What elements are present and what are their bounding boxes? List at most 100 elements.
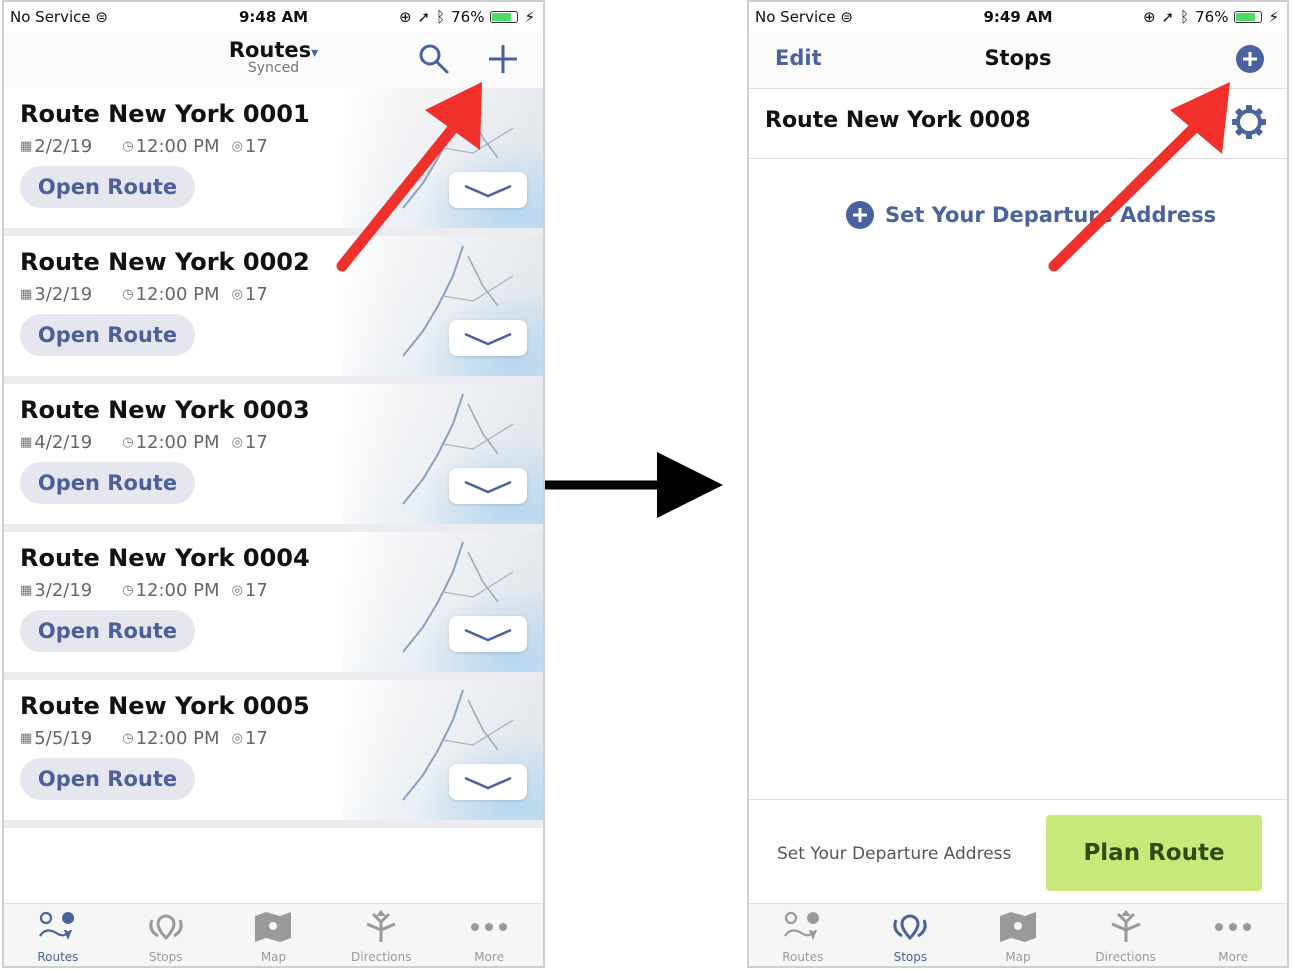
battery-percent: 76% [451, 8, 485, 26]
bluetooth-icon: ᛒ [1180, 8, 1190, 26]
calendar-icon: ▦ [20, 583, 33, 598]
expand-button[interactable] [449, 468, 527, 504]
expand-button[interactable] [449, 764, 527, 800]
status-right: ⊕ ➚ ᛒ 76% ⚡ [399, 8, 535, 26]
route-title: Route New York 0001 [20, 100, 310, 128]
expand-button[interactable] [449, 616, 527, 652]
tab-more[interactable]: More [1179, 904, 1287, 966]
tab-label: Directions [1095, 950, 1156, 964]
charging-icon: ⚡ [524, 8, 535, 26]
route-date: 2/2/19 [34, 136, 93, 157]
route-meta: ▦ 3/2/19 ◷ 12:00 PM ◎ 17 [20, 284, 268, 305]
tab-bar: Routes Stops Map Directions More [4, 903, 543, 966]
clock-icon: ◷ [122, 583, 134, 598]
plan-route-button[interactable]: Plan Route [1046, 815, 1262, 891]
battery-icon [1234, 11, 1263, 23]
route-meta: ▦ 5/5/19 ◷ 12:00 PM ◎ 17 [20, 728, 268, 749]
clock-icon: ◷ [122, 435, 134, 450]
chevron-down-icon [464, 480, 512, 494]
battery-percent: 76% [1195, 8, 1229, 26]
tab-map[interactable]: Map [964, 904, 1072, 966]
clock-icon: ◷ [122, 139, 134, 154]
route-time: 12:00 PM [135, 432, 220, 453]
add-circle-icon [846, 201, 874, 229]
status-bar: No Service ⊜ 9:49 AM ⊕ ➚ ᛒ 76% ⚡ [749, 2, 1287, 32]
chevron-down-icon [464, 628, 512, 642]
directions-icon [366, 910, 396, 942]
tab-routes[interactable]: Routes [4, 904, 112, 966]
tab-directions[interactable]: Directions [327, 904, 435, 966]
open-route-button[interactable]: Open Route [20, 610, 195, 652]
route-stops: 17 [244, 580, 268, 601]
tab-label: Directions [351, 950, 412, 964]
route-stops: 17 [244, 136, 268, 157]
map-icon [999, 912, 1036, 942]
annotation-arrow-add [336, 82, 482, 272]
departure-text: Set Your Departure Address [777, 844, 1012, 864]
route-time: 12:00 PM [135, 284, 220, 305]
tab-label: Routes [782, 950, 824, 964]
more-icon [471, 923, 508, 931]
stops-icon [893, 914, 928, 941]
calendar-icon: ▦ [20, 139, 33, 154]
pin-icon: ◎ [231, 731, 243, 746]
open-route-button[interactable]: Open Route [20, 462, 195, 504]
map-icon [255, 912, 292, 942]
tab-label: Stops [148, 950, 183, 964]
route-card[interactable]: Route New York 0003 ▦ 4/2/19 ◷ 12:00 PM ◎ 1… [4, 384, 543, 532]
routes-icon [783, 911, 819, 940]
route-card[interactable]: Route New York 0005 ▦ 5/5/19 ◷ 12:00 PM ◎ 1… [4, 680, 543, 828]
calendar-icon: ▦ [20, 731, 33, 746]
pin-icon: ◎ [231, 139, 243, 154]
route-card[interactable]: Route New York 0004 ▦ 3/2/19 ◷ 12:00 PM ◎ 1… [4, 532, 543, 680]
route-title: Route New York 0004 [20, 544, 310, 572]
tab-map[interactable]: Map [220, 904, 328, 966]
footer-bar: Set Your Departure Address Plan Route [749, 799, 1287, 906]
route-name: Route New York 0008 [765, 108, 1031, 133]
annotation-arrow-add-stop [1048, 82, 1230, 272]
route-title: Route New York 0003 [20, 396, 310, 424]
route-title: Route New York 0002 [20, 248, 310, 276]
charging-icon: ⚡ [1268, 8, 1279, 26]
calendar-icon: ▦ [20, 287, 33, 302]
tab-label: Map [1005, 950, 1031, 964]
expand-button[interactable] [449, 320, 527, 356]
route-stops: 17 [244, 284, 268, 305]
route-title: Route New York 0005 [20, 692, 310, 720]
bluetooth-icon: ᛒ [436, 8, 446, 26]
dropdown-caret-icon: ▾ [311, 45, 319, 61]
calendar-icon: ▦ [20, 435, 33, 450]
route-date: 3/2/19 [34, 284, 93, 305]
tab-label: More [474, 950, 504, 964]
route-meta: ▦ 4/2/19 ◷ 12:00 PM ◎ 17 [20, 432, 268, 453]
stops-icon [149, 914, 183, 941]
route-time: 12:00 PM [135, 136, 220, 157]
location-icon: ➚ [1161, 8, 1175, 26]
tab-directions[interactable]: Directions [1072, 904, 1180, 966]
open-route-button[interactable]: Open Route [20, 758, 195, 800]
tab-label: Map [260, 950, 287, 964]
location-icon: ➚ [417, 8, 431, 26]
tab-stops[interactable]: Stops [857, 904, 965, 966]
chevron-down-icon [464, 332, 512, 346]
pin-icon: ◎ [231, 287, 243, 302]
pin-icon: ◎ [231, 583, 243, 598]
tab-routes[interactable]: Routes [749, 904, 857, 966]
open-route-button[interactable]: Open Route [20, 166, 195, 208]
tab-bar: Routes Stops Map Directions More [749, 903, 1287, 966]
open-route-button[interactable]: Open Route [20, 314, 195, 356]
tab-stops[interactable]: Stops [112, 904, 220, 966]
route-meta: ▦ 2/2/19 ◷ 12:00 PM ◎ 17 [20, 136, 268, 157]
routes-icon [38, 911, 74, 940]
battery-icon [490, 11, 519, 23]
nav-title: Routes [228, 38, 312, 62]
tab-label: More [1218, 950, 1249, 964]
status-bar: No Service ⊜ 9:48 AM ⊕ ➚ ᛒ 76% ⚡ [4, 2, 543, 32]
clock-icon: ◷ [122, 287, 134, 302]
clock-icon: ◷ [122, 731, 134, 746]
lock-rotation-icon: ⊕ [1142, 8, 1156, 26]
route-time: 12:00 PM [135, 580, 220, 601]
tab-more[interactable]: More [435, 904, 543, 966]
transition-arrow-icon [545, 452, 723, 518]
nav-title: Stops [984, 46, 1052, 70]
